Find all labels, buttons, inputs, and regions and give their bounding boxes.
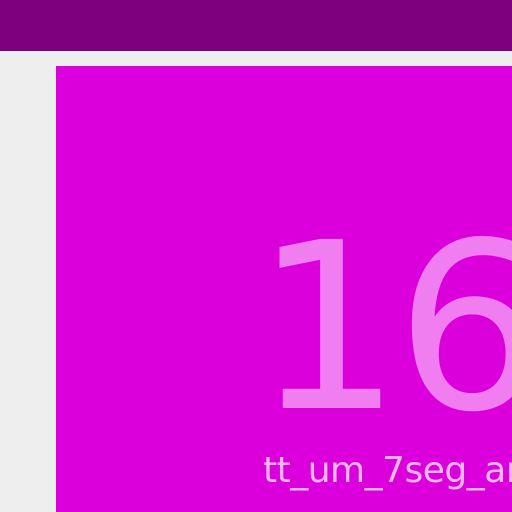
tile-label: tt_um_7seg_an — [263, 450, 512, 491]
project-tile[interactable]: 16 tt_um_7seg_an — [56, 66, 512, 512]
content-area: 16 tt_um_7seg_an — [0, 51, 512, 512]
app-bar — [0, 0, 512, 51]
tile-value: 16 — [254, 193, 512, 463]
